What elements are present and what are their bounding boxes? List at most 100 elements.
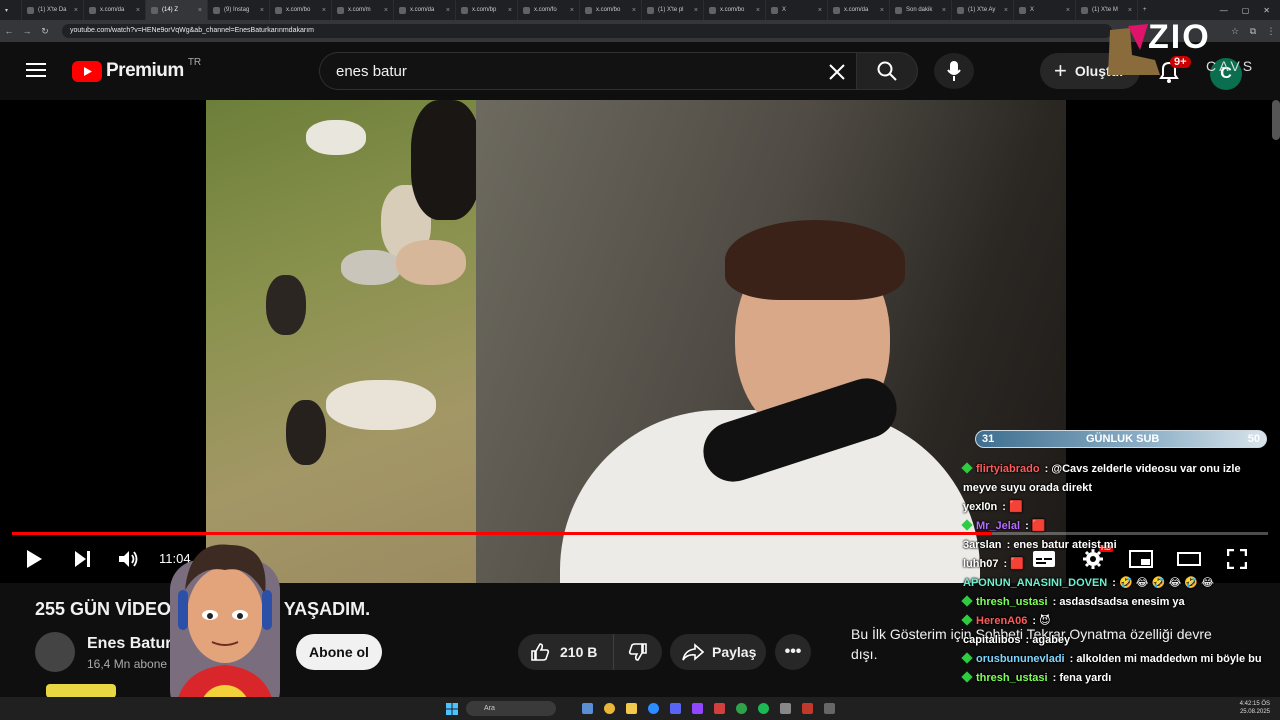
- browser-tab[interactable]: Son dakik ×: [890, 0, 952, 20]
- chat-message: APONUN_ANASINI_DOVEN : 🤣 😂 🤣 😂 🤣 😂: [963, 574, 1273, 593]
- back-icon[interactable]: ←: [0, 26, 18, 36]
- whatsapp-icon[interactable]: [736, 703, 747, 714]
- dislike-button[interactable]: [614, 634, 662, 670]
- next-video-button[interactable]: [68, 545, 96, 573]
- youtube-logo[interactable]: Premium TR: [72, 57, 201, 82]
- chat-separator: :: [1022, 520, 1032, 532]
- hamburger-menu-icon[interactable]: [26, 62, 46, 83]
- system-clock[interactable]: 4:42:15 ÖS 25.08.2025: [1240, 700, 1270, 716]
- tab-close-icon[interactable]: ×: [1066, 7, 1070, 14]
- twitch-icon[interactable]: [692, 703, 703, 714]
- browser-tab[interactable]: x.com/bp ×: [456, 0, 518, 20]
- browser-tab[interactable]: x.com/fo ×: [518, 0, 580, 20]
- member-badge-icon: [961, 595, 973, 607]
- new-tab-button[interactable]: +: [1138, 0, 1158, 20]
- tab-close-icon[interactable]: ×: [508, 7, 512, 14]
- chat-username: flirtyiabrado: [976, 463, 1040, 475]
- browser-tab[interactable]: (1) X'te Ay ×: [952, 0, 1014, 20]
- tab-close-icon[interactable]: ×: [694, 7, 698, 14]
- browser-tab[interactable]: x.com/m ×: [332, 0, 394, 20]
- tab-close-icon[interactable]: ×: [260, 7, 264, 14]
- tab-close-icon[interactable]: ×: [136, 7, 140, 14]
- stream-chat-overlay: flirtyiabrado : @Cavs zelderle videosu v…: [961, 460, 1273, 688]
- media-app-icon[interactable]: [714, 703, 725, 714]
- more-actions-button[interactable]: •••: [775, 634, 811, 670]
- browser-tab[interactable]: x.com/bo ×: [580, 0, 642, 20]
- zio-logo-text: ZIO: [1148, 18, 1211, 56]
- browser-tab[interactable]: (14) Z ×: [146, 0, 208, 20]
- tab-close-icon[interactable]: ×: [756, 7, 760, 14]
- tab-close-icon[interactable]: ×: [446, 7, 450, 14]
- clock-time: 4:42:15 ÖS: [1239, 701, 1270, 707]
- tab-list-toggle[interactable]: ▾: [0, 0, 22, 20]
- minimize-icon[interactable]: —: [1220, 6, 1228, 15]
- search-button[interactable]: [856, 52, 918, 90]
- obs-icon[interactable]: [802, 703, 813, 714]
- forward-icon[interactable]: →: [18, 26, 36, 36]
- tab-favicon-icon: [709, 6, 716, 14]
- channel-avatar[interactable]: [35, 632, 75, 672]
- browser-tab[interactable]: (1) X'te Da ×: [22, 0, 84, 20]
- discord-icon[interactable]: [670, 703, 681, 714]
- tab-close-icon[interactable]: ×: [632, 7, 636, 14]
- plus-icon: +: [1054, 58, 1067, 83]
- browser-tab[interactable]: X ×: [1014, 0, 1076, 20]
- browser-tab[interactable]: X ×: [766, 0, 828, 20]
- chat-separator: :: [1022, 634, 1033, 646]
- tab-favicon-icon: [1081, 6, 1088, 14]
- tab-close-icon[interactable]: ×: [942, 7, 946, 14]
- tab-label: (1) X'te Ay: [968, 7, 996, 13]
- tab-close-icon[interactable]: ×: [570, 7, 574, 14]
- tab-close-icon[interactable]: ×: [74, 7, 78, 14]
- browser-tab[interactable]: x.com/da ×: [394, 0, 456, 20]
- browser-tab[interactable]: x.com/bo ×: [704, 0, 766, 20]
- close-window-icon[interactable]: ✕: [1263, 6, 1270, 15]
- edge-icon[interactable]: [648, 703, 659, 714]
- steam-icon[interactable]: [780, 703, 791, 714]
- browser-tab[interactable]: (9) Instag ×: [208, 0, 270, 20]
- tab-label: (1) X'te pl: [658, 7, 684, 13]
- chat-separator: :: [1049, 596, 1060, 608]
- chat-username: orusbununevladi: [976, 653, 1065, 665]
- maximize-icon[interactable]: ▢: [1242, 6, 1250, 15]
- tab-close-icon[interactable]: ×: [198, 7, 202, 14]
- chat-text: alkolden mi maddedwn mi böyle bu: [1076, 653, 1262, 665]
- reload-icon[interactable]: ↻: [36, 26, 54, 37]
- tab-close-icon[interactable]: ×: [1004, 7, 1008, 14]
- windows-start-icon[interactable]: [446, 702, 458, 720]
- like-count: 210 B: [560, 644, 598, 660]
- url-field[interactable]: youtube.com/watch?v=HENe9orVqWg&ab_chann…: [62, 24, 1112, 38]
- tab-close-icon[interactable]: ×: [384, 7, 388, 14]
- mute-button[interactable]: [115, 545, 143, 573]
- like-button[interactable]: 210 B: [518, 634, 614, 670]
- play-button[interactable]: [20, 545, 48, 573]
- spotify-icon[interactable]: [758, 703, 769, 714]
- search-box[interactable]: enes batur: [319, 52, 856, 90]
- browser-tab[interactable]: x.com/bo ×: [270, 0, 332, 20]
- clear-search-icon[interactable]: [828, 63, 846, 81]
- browser-tab[interactable]: (1) X'te pl ×: [642, 0, 704, 20]
- share-button[interactable]: Paylaş: [670, 634, 766, 670]
- subscribe-button[interactable]: Abone ol: [296, 634, 382, 670]
- tab-close-icon[interactable]: ×: [818, 7, 822, 14]
- tab-close-icon[interactable]: ×: [1128, 7, 1132, 14]
- chrome-icon[interactable]: [604, 703, 615, 714]
- thumbs-up-icon: [531, 643, 550, 661]
- tab-label: Son dakik: [906, 7, 933, 13]
- tab-close-icon[interactable]: ×: [880, 7, 884, 14]
- browser-tab[interactable]: (1) X'te M ×: [1076, 0, 1138, 20]
- tab-label: x.com/bo: [286, 7, 311, 13]
- tab-label: x.com/da: [410, 7, 435, 13]
- taskbar-misc-icon[interactable]: [824, 703, 835, 714]
- tab-close-icon[interactable]: ×: [322, 7, 326, 14]
- file-explorer-icon[interactable]: [626, 703, 637, 714]
- page-scrollbar[interactable]: [1272, 100, 1280, 140]
- search-input[interactable]: enes batur: [336, 63, 407, 80]
- address-bar-row: ← → ↻ youtube.com/watch?v=HENe9orVqWg&ab…: [0, 20, 1280, 42]
- browser-tab[interactable]: x.com/da ×: [828, 0, 890, 20]
- taskbar-app-icon[interactable]: [582, 703, 593, 714]
- taskbar-search[interactable]: Ara: [466, 701, 556, 716]
- voice-search-button[interactable]: [934, 53, 974, 89]
- chat-separator: :: [1109, 577, 1120, 589]
- browser-tab[interactable]: x.com/da ×: [84, 0, 146, 20]
